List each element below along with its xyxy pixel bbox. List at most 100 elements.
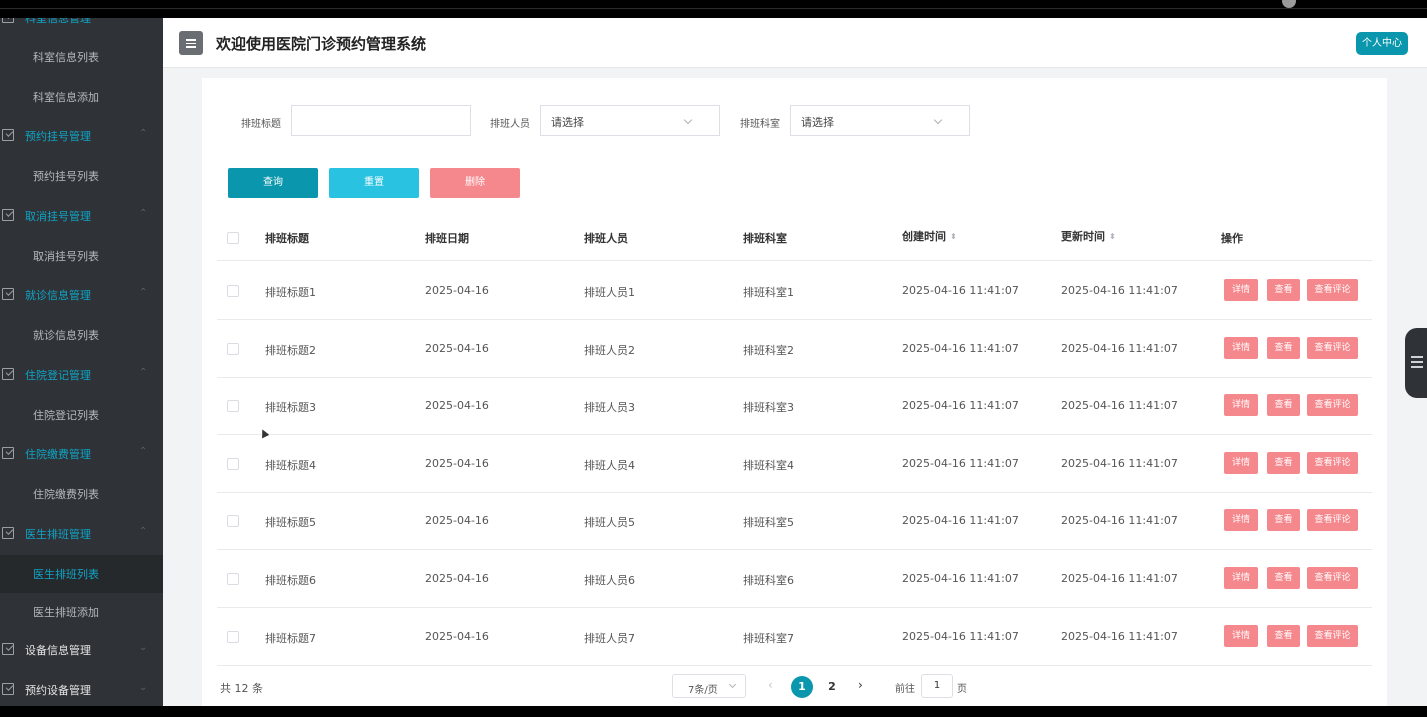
sidebar-group-equipment-info[interactable]: 设备信息管理 ⌄ [0,630,163,670]
sort-icon[interactable]: ⬍ [950,232,957,241]
sidebar-group-label: 住院缴费管理 [25,448,91,461]
sidebar-item-label: 科室信息添加 [33,90,99,104]
table-cell: 排班人员2 [584,343,635,357]
detail-button[interactable]: 详情 [1224,624,1258,647]
chevron-down-icon: ⌄ [139,681,148,693]
detail-button[interactable]: 详情 [1224,336,1258,359]
view-button[interactable]: 查看 [1267,451,1300,474]
edit-square-icon [2,18,14,23]
sidebar-item[interactable]: 科室信息列表 [0,38,163,76]
view-button[interactable]: 查看 [1267,624,1300,647]
table-cell: 2025-04-16 11:41:07 [1061,284,1178,297]
sidebar-group-visit[interactable]: 就诊信息管理 ⌃ [0,275,163,315]
sort-icon[interactable]: ⬍ [1109,232,1116,241]
column-header-date[interactable]: 排班日期 [425,230,469,246]
menu-toggle-button[interactable] [179,31,203,55]
row-checkbox[interactable] [227,515,239,528]
row-checkbox[interactable] [227,457,239,470]
detail-button[interactable]: 详情 [1224,451,1258,474]
column-header-created[interactable]: 创建时间 ⬍ [902,228,957,244]
sidebar-item-label: 就诊信息列表 [33,329,99,342]
next-page-icon[interactable]: › [858,678,863,692]
table-cell: 2025-04-16 11:41:07 [1061,341,1178,355]
goto-page-input[interactable]: 1 [921,674,953,698]
sidebar-item-label: 科室信息列表 [33,51,99,64]
view-comments-button[interactable]: 查看评论 [1307,451,1358,474]
filter-staff-label: 排班人员 [490,119,530,130]
detail-button[interactable]: 详情 [1224,394,1258,417]
view-button[interactable]: 查看 [1267,567,1300,589]
row-checkbox[interactable] [227,342,239,355]
view-button[interactable]: 查看 [1267,279,1300,301]
table-cell: 排班人员1 [584,286,635,299]
view-comments-button[interactable]: 查看评论 [1307,624,1358,647]
column-header-actions: 操作 [1221,232,1243,245]
row-checkbox[interactable] [227,573,239,585]
column-header-dept[interactable]: 排班科室 [743,230,787,246]
view-comments-button[interactable]: 查看评论 [1307,509,1358,532]
select-all-checkbox[interactable] [227,232,239,244]
column-header-created-label: 创建时间 [902,230,946,243]
view-button[interactable]: 查看 [1267,394,1300,417]
sidebar-item-label: 取消挂号列表 [33,249,99,263]
filter-title-label: 排班标题 [241,119,281,130]
delete-button[interactable]: 删除 [430,168,520,198]
query-button[interactable]: 查询 [228,168,318,198]
reset-button[interactable]: 重置 [329,168,419,198]
sidebar-item[interactable]: 预约挂号列表 [0,157,163,195]
profile-center-button[interactable]: 个人中心 [1356,32,1408,55]
edit-square-icon [2,129,14,141]
view-comments-button[interactable]: 查看评论 [1307,336,1358,359]
list-icon [1411,356,1423,358]
sidebar-group-dept-info[interactable]: 科室信息管理 [0,18,163,38]
column-header-title[interactable]: 排班标题 [265,230,309,246]
sidebar-group-doctor-schedule[interactable]: 医生排班管理 ⌃ [0,514,163,554]
detail-button[interactable]: 详情 [1224,567,1258,589]
edit-square-icon [2,367,14,380]
view-comments-button[interactable]: 查看评论 [1307,394,1358,417]
sidebar-item[interactable]: 取消挂号列表 [0,237,163,275]
table-cell: 2025-04-16 [425,456,489,470]
side-drawer-handle[interactable] [1405,328,1427,398]
row-checkbox[interactable] [227,630,239,643]
table-cell: 2025-04-16 11:41:07 [1061,572,1178,585]
page-size-select[interactable]: 7条/页 [672,674,746,698]
view-button[interactable]: 查看 [1267,509,1300,532]
table-row: 排班标题5 2025-04-16 排班人员5 排班科室5 2025-04-16 11:4… [217,492,1372,551]
sidebar-item-label: 医生排班列表 [33,567,99,581]
row-checkbox[interactable] [227,285,239,297]
row-checkbox[interactable] [227,400,239,413]
sidebar-item[interactable]: 住院缴费列表 [0,475,163,513]
sidebar-item[interactable]: 住院登记列表 [0,396,163,434]
sidebar-group-inpatient-fee[interactable]: 住院缴费管理 ⌃ [0,434,163,474]
sidebar-group-equipment-booking[interactable]: 预约设备管理 ⌄ [0,670,163,707]
page-number-2[interactable]: 2 [821,676,843,698]
sidebar-item-label: 住院登记列表 [33,408,99,422]
sidebar-group-cancel[interactable]: 取消挂号管理 ⌃ [0,196,163,236]
screen: 科室信息管理 科室信息列表 科室信息添加预约挂号管理 ⌃ 预约挂号列表 取消挂号管理 ⌃ 取… [0,0,1427,717]
table-cell: 排班标题2 [265,343,316,357]
sidebar-item[interactable]: 医生排班添加 [0,593,163,631]
filter-dept-select[interactable]: 请选择 [790,105,970,136]
table-cell: 2025-04-16 [425,399,489,413]
page-number-1[interactable]: 1 [791,676,813,698]
filter-title-input[interactable] [291,105,471,136]
sidebar-group-admission[interactable]: 住院登记管理 ⌃ [0,355,163,395]
view-comments-button[interactable]: 查看评论 [1307,279,1358,301]
view-button[interactable]: 查看 [1267,336,1300,359]
table-cell: 排班标题6 [265,574,316,587]
sidebar-item[interactable]: 科室信息添加 [0,78,163,116]
prev-page-icon[interactable]: ‹ [768,678,773,692]
top-bar-line [0,8,1427,9]
table-cell: 排班科室6 [743,574,794,587]
sidebar-group-appointment[interactable]: 预约挂号管理 ⌃ [0,116,163,156]
edit-square-icon [2,208,14,221]
sidebar-item[interactable]: 就诊信息列表 [0,316,163,354]
view-comments-button[interactable]: 查看评论 [1307,567,1358,589]
detail-button[interactable]: 详情 [1224,279,1258,301]
column-header-staff[interactable]: 排班人员 [584,230,628,246]
sidebar-item-active[interactable]: 医生排班列表 [0,554,163,593]
detail-button[interactable]: 详情 [1224,509,1258,532]
filter-staff-select[interactable]: 请选择 [540,105,720,136]
column-header-updated[interactable]: 更新时间 ⬍ [1061,228,1116,244]
